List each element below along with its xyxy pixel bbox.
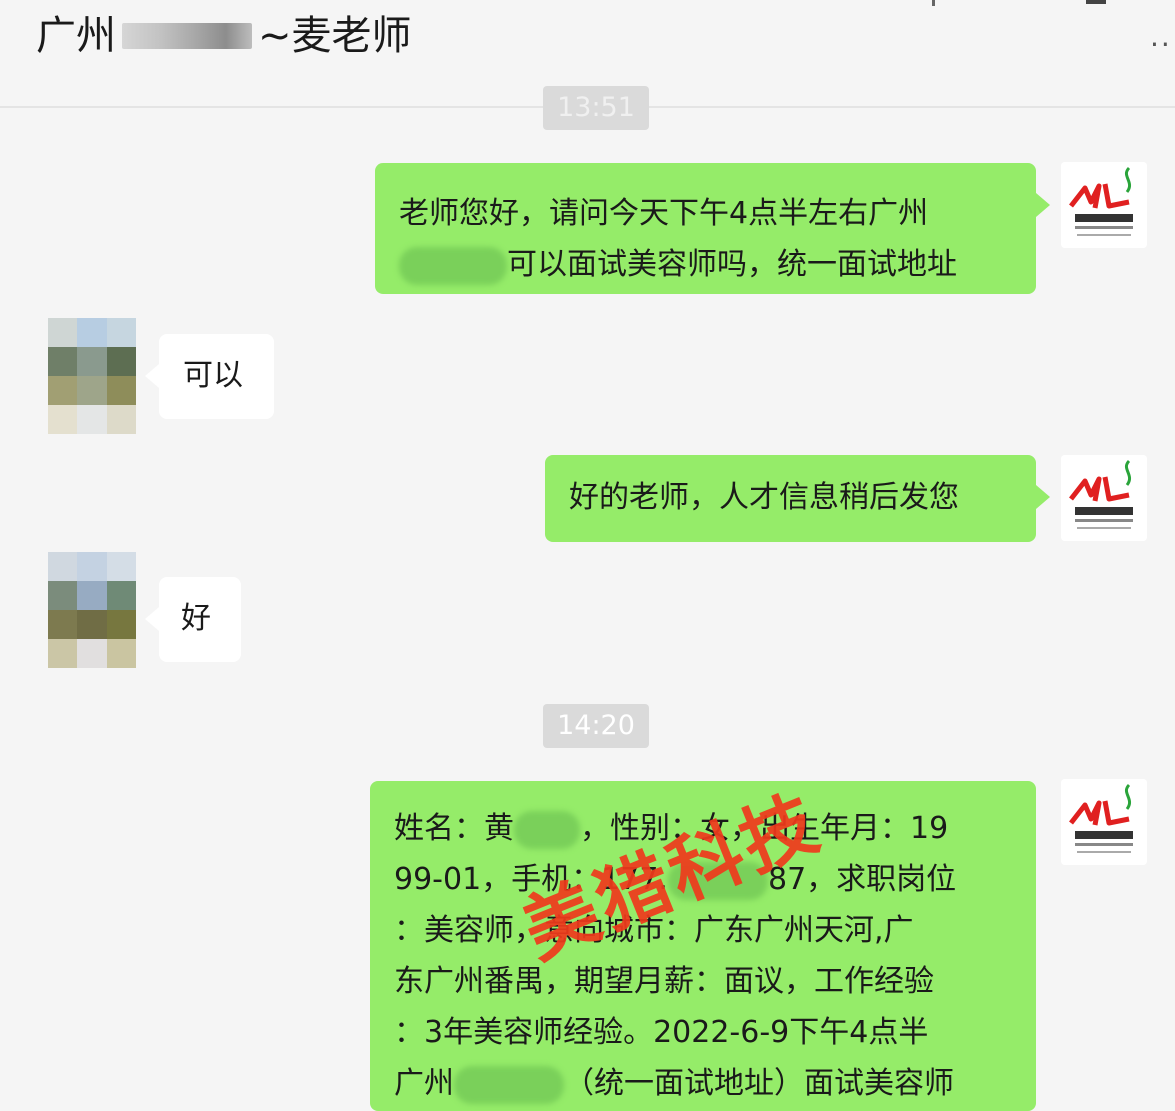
message-text: 姓名：黄 bbox=[394, 811, 514, 846]
message-text: 广州 bbox=[394, 1066, 454, 1101]
meilie-logo-icon bbox=[1061, 779, 1147, 865]
message-line: ：美容师，意向城市：广东广州天河,广 bbox=[394, 913, 914, 948]
message-line: 老师您好，请问今天下午4点半左右广州 bbox=[399, 196, 929, 231]
message-line-group: 广州 （统一面试地址）面试美容师 bbox=[394, 1058, 1036, 1109]
window-control-mark[interactable] bbox=[932, 0, 935, 6]
message-bubble-received[interactable]: 可以 bbox=[145, 334, 274, 419]
my-avatar[interactable] bbox=[1061, 455, 1147, 541]
more-dots-icon[interactable]: ·· bbox=[1150, 30, 1175, 60]
timestamp: 13:51 bbox=[543, 86, 649, 130]
redacted-text-blur bbox=[399, 246, 507, 285]
message-bubble-sent[interactable]: 好的老师，人才信息稍后发您 bbox=[545, 455, 1050, 542]
message-line-group: 可以面试美容师吗，统一面试地址 bbox=[399, 239, 1012, 290]
message-text: 好的老师，人才信息稍后发您 bbox=[569, 480, 959, 515]
contact-avatar[interactable] bbox=[48, 318, 136, 434]
chat-title-suffix: ~麦老师 bbox=[258, 13, 412, 59]
my-avatar[interactable] bbox=[1061, 162, 1147, 248]
message-line: ：3年美容师经验。2022-6-9下午4点半 bbox=[394, 1015, 929, 1050]
timestamp: 14:20 bbox=[543, 704, 649, 748]
message-line: 可以面试美容师吗，统一面试地址 bbox=[507, 247, 957, 282]
message-bubble-sent[interactable]: 老师您好，请问今天下午4点半左右广州 可以面试美容师吗，统一面试地址 bbox=[375, 163, 1050, 294]
meilie-logo-icon bbox=[1061, 162, 1147, 248]
redacted-name-mosaic bbox=[122, 23, 252, 49]
minimize-icon[interactable] bbox=[1086, 0, 1106, 4]
meilie-logo-icon bbox=[1061, 455, 1147, 541]
message-line: 东广州番禺，期望月薪：面议，工作经验 bbox=[394, 964, 934, 999]
message-text: 好 bbox=[181, 601, 211, 636]
message-text: 可以 bbox=[183, 358, 243, 393]
contact-avatar[interactable] bbox=[48, 552, 136, 668]
redacted-text-blur bbox=[454, 1065, 564, 1104]
my-avatar[interactable] bbox=[1061, 779, 1147, 865]
chat-title: 广州 ~麦老师 bbox=[36, 8, 412, 64]
redacted-text-blur bbox=[514, 810, 580, 849]
chat-title-prefix: 广州 bbox=[36, 13, 116, 59]
message-text: （统一面试地址）面试美容师 bbox=[564, 1066, 954, 1101]
message-bubble-received[interactable]: 好 bbox=[145, 577, 241, 662]
